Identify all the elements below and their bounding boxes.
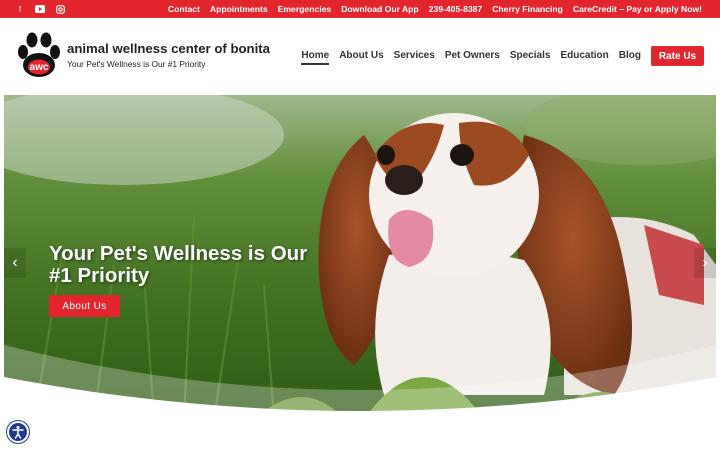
about-us-button[interactable]: About Us [49, 295, 120, 317]
slider-next-arrow[interactable]: › [694, 248, 716, 278]
top-bar: f Contact Appointments Emergencies Downl… [0, 0, 720, 18]
youtube-icon[interactable] [34, 3, 46, 15]
paw-logo[interactable]: awc [15, 31, 63, 79]
main-nav: Home About Us Services Pet Owners Specia… [301, 50, 641, 65]
hero-slider: Your Pet's Wellness is Our #1 Priority A… [4, 95, 716, 419]
chevron-right-icon: › [702, 254, 708, 271]
cherry-financing-link[interactable]: Cherry Financing [492, 4, 563, 14]
logo-text: awc [30, 62, 49, 73]
instagram-icon[interactable] [54, 3, 66, 15]
top-links: Contact Appointments Emergencies Downloa… [168, 0, 702, 18]
facebook-icon[interactable]: f [14, 3, 26, 15]
download-app-link[interactable]: Download Our App [341, 4, 419, 14]
site-tagline: Your Pet's Wellness is Our #1 Priority [67, 59, 206, 69]
nav-about-us[interactable]: About Us [339, 50, 383, 65]
nav-specials[interactable]: Specials [510, 50, 551, 65]
nav-home[interactable]: Home [301, 50, 330, 65]
hero-title: Your Pet's Wellness is Our #1 Priority [49, 242, 308, 287]
emergencies-link[interactable]: Emergencies [278, 4, 332, 14]
site-name[interactable]: animal wellness center of bonita [67, 41, 270, 56]
site-header: awc animal wellness center of bonita You… [0, 18, 720, 95]
nav-pet-owners[interactable]: Pet Owners [445, 50, 500, 65]
slider-prev-arrow[interactable]: ‹ [4, 248, 26, 278]
chevron-left-icon: ‹ [12, 254, 18, 271]
accessibility-button[interactable] [7, 421, 29, 443]
nav-education[interactable]: Education [560, 50, 608, 65]
phone-link[interactable]: 239-405-8387 [429, 4, 483, 14]
rate-us-button[interactable]: Rate Us [651, 46, 704, 66]
contact-link[interactable]: Contact [168, 4, 200, 14]
nav-blog[interactable]: Blog [619, 50, 641, 65]
appointments-link[interactable]: Appointments [210, 4, 268, 14]
carecredit-link[interactable]: CareCredit – Pay or Apply Now! [573, 4, 702, 14]
accessibility-icon [12, 426, 24, 439]
nav-services[interactable]: Services [394, 50, 435, 65]
social-links: f [14, 3, 66, 15]
